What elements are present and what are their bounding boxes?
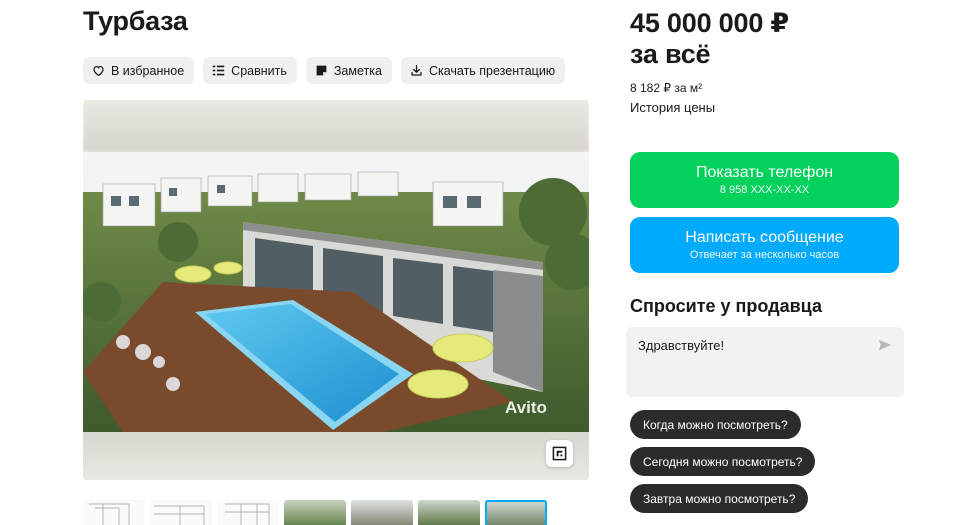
ask-seller-heading: Спросите у продавца (630, 296, 822, 316)
quick-question-chip[interactable]: Сегодня можно посмотреть? (630, 447, 816, 476)
write-message-button[interactable]: Написать сообщение Отвечает за несколько… (630, 217, 899, 273)
note-icon (316, 65, 327, 76)
quick-questions: Когда можно посмотреть? Сегодня можно по… (630, 410, 816, 513)
download-presentation-button[interactable]: Скачать презентацию (400, 57, 566, 84)
ask-seller-input[interactable]: Здравствуйте! (626, 327, 904, 397)
thumbnail-active[interactable] (485, 500, 547, 525)
thumbnail-image (89, 503, 130, 525)
note-label: Заметка (333, 63, 382, 78)
thumbnail[interactable] (418, 500, 480, 525)
download-label: Скачать презентацию (428, 63, 556, 78)
note-button[interactable]: Заметка (305, 57, 392, 84)
price-block: 45 000 000 ₽ за всё (630, 8, 789, 70)
gallery-blur-top (83, 100, 589, 152)
favorite-label: В избранное (111, 63, 185, 78)
heart-icon (93, 65, 104, 77)
download-icon (411, 64, 422, 76)
price-history-link[interactable]: История цены (630, 100, 715, 115)
thumbnail-image (154, 505, 205, 525)
price-amount: 45 000 000 ₽ (630, 8, 790, 38)
action-bar: В избранное Сравнить Заметка Скачать пре… (83, 57, 566, 84)
write-message-label: Написать сообщение (685, 229, 844, 246)
response-time: Отвечает за несколько часов (689, 249, 840, 261)
thumbnail[interactable] (83, 500, 145, 525)
quick-question-chip[interactable]: Когда можно посмотреть? (630, 410, 801, 439)
thumbnail[interactable] (351, 500, 413, 525)
thumbnail-strip (83, 500, 547, 525)
thumbnail[interactable] (217, 500, 279, 525)
price-per-m2: 8 182 ₽ за м² (630, 81, 703, 95)
compare-icon (212, 65, 225, 76)
ask-input-value: Здравствуйте! (638, 338, 725, 353)
compare-button[interactable]: Сравнить (203, 57, 297, 84)
gallery-blur-bottom (83, 432, 589, 480)
expand-icon (552, 446, 567, 461)
thumbnail[interactable] (284, 500, 346, 525)
thumbnail[interactable] (150, 500, 212, 525)
photo-gallery[interactable] (83, 100, 589, 480)
page-title: Турбаза (83, 6, 188, 36)
send-icon[interactable] (878, 338, 892, 357)
show-phone-label: Показать телефон (695, 164, 834, 181)
price-suffix: за всё (630, 39, 711, 69)
show-phone-button[interactable]: Показать телефон 8 958 XXX-XX-XX (630, 152, 899, 208)
thumbnail-image (225, 503, 270, 525)
fullscreen-button[interactable] (546, 440, 573, 467)
avito-watermark: Avito (505, 398, 547, 417)
quick-question-chip[interactable]: Завтра можно посмотреть? (630, 484, 809, 513)
main-photo[interactable] (83, 152, 589, 432)
favorite-button[interactable]: В избранное (83, 57, 195, 84)
compare-label: Сравнить (231, 63, 287, 78)
masked-phone: 8 958 XXX-XX-XX (719, 184, 810, 196)
